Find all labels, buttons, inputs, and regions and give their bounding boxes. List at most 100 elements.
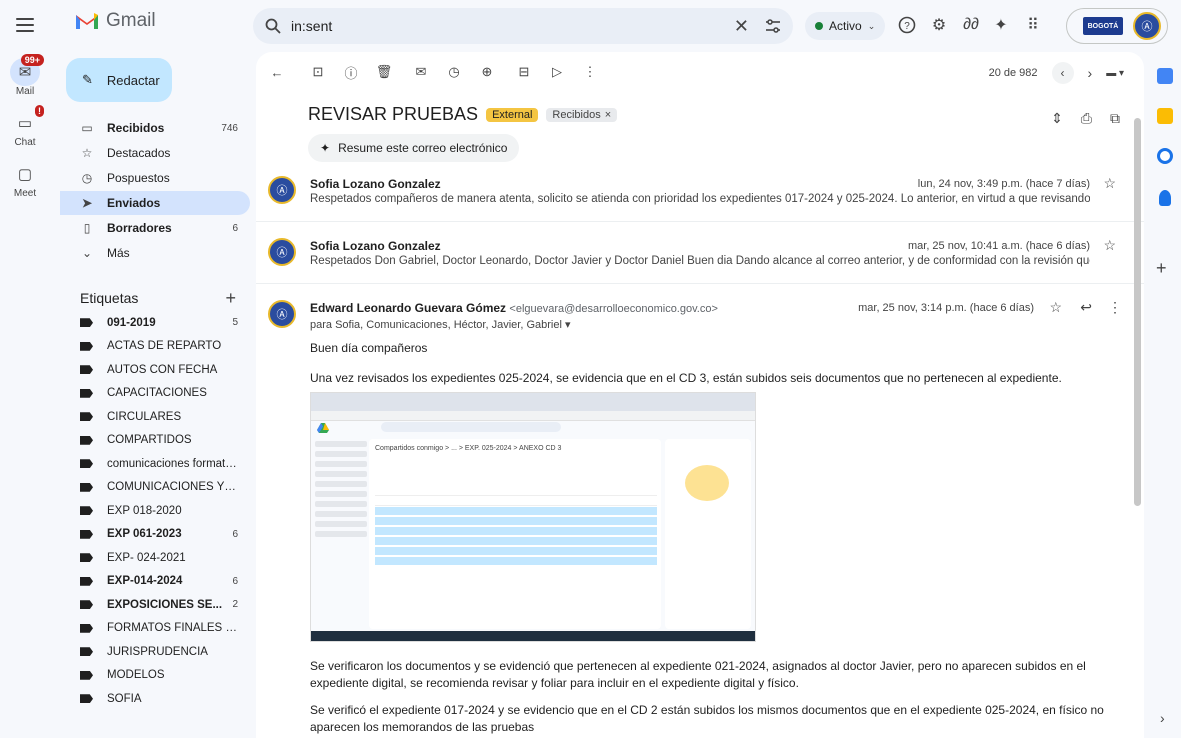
- label-name: EXPOSICIONES SE...: [107, 598, 223, 611]
- input-tools-icon[interactable]: ▬ ▾: [1106, 68, 1124, 79]
- star-icon[interactable]: ☆: [1049, 299, 1062, 316]
- more-vert-icon[interactable]: ⋮: [581, 63, 599, 81]
- message-date: mar, 25 nov, 10:41 a.m. (hace 6 días): [907, 240, 1090, 252]
- sidebar-label-item[interactable]: SOFÍA: [60, 687, 250, 711]
- embed-row: [375, 497, 657, 506]
- mark-unread-icon[interactable]: ✉: [412, 63, 430, 81]
- star-icon[interactable]: ☆: [1103, 175, 1116, 192]
- drive-logo-icon: [317, 423, 329, 433]
- back-arrow-icon[interactable]: ←: [268, 63, 286, 81]
- settings-gear-icon[interactable]: ⚙: [928, 14, 950, 36]
- sidebar-label-item[interactable]: EXP- 024-2021: [60, 546, 250, 570]
- sidebar-label-item[interactable]: EXP 061-2023 6: [60, 523, 250, 547]
- sidebar-item-label: Enviados: [107, 196, 161, 210]
- move-to-icon[interactable]: ⊟: [515, 63, 533, 81]
- sidebar-item-label: Destacados: [107, 146, 171, 160]
- sidebar-label-item[interactable]: ACTAS DE REPARTO: [60, 335, 250, 359]
- expand-all-icon[interactable]: ⇕: [1051, 110, 1063, 127]
- sidebar-label-item[interactable]: comunicaciones formato...: [60, 452, 250, 476]
- search-bar[interactable]: ✕: [253, 8, 793, 44]
- open-new-window-icon[interactable]: ⧉: [1110, 110, 1120, 127]
- sidebar-label-item[interactable]: AUTOS CON FECHA: [60, 358, 250, 382]
- add-label-icon[interactable]: +: [225, 288, 236, 309]
- account-switcher[interactable]: BOGOTÁ Ⓐ: [1066, 8, 1168, 44]
- label-tag-icon: [80, 318, 93, 328]
- rail-item-meet[interactable]: ▢ Meet: [0, 160, 50, 199]
- label-icon[interactable]: ▷: [548, 63, 566, 81]
- calendar-icon[interactable]: [1157, 68, 1173, 84]
- gemini-sparkle-icon[interactable]: ✦: [990, 14, 1012, 36]
- pager: 20 de 982 ‹ › ▬ ▾: [989, 62, 1124, 84]
- sidebar-label-item[interactable]: CIRCULARES: [60, 405, 250, 429]
- search-options-icon[interactable]: [765, 19, 781, 33]
- main-menu-icon[interactable]: [14, 14, 36, 36]
- sidebar-label-item[interactable]: 091-2019 5: [60, 311, 250, 335]
- recipients[interactable]: para Sofia, Comunicaciones, Héctor, Javi…: [310, 318, 1090, 331]
- star-icon[interactable]: ☆: [1103, 237, 1116, 254]
- rail-item-chat[interactable]: ▭! Chat: [0, 105, 50, 148]
- remove-label-icon[interactable]: ×: [605, 109, 611, 121]
- next-icon[interactable]: ›: [1088, 65, 1093, 81]
- search-icon[interactable]: [265, 18, 281, 34]
- status-selector[interactable]: Activo ⌄: [805, 12, 886, 40]
- sidebar-label-item[interactable]: COMPARTIDOS: [60, 429, 250, 453]
- inbox-label-chip[interactable]: Recibidos ×: [546, 107, 618, 122]
- sidebar-item-drafts[interactable]: ▯ Borradores 6: [60, 216, 250, 240]
- label-tag-icon: [80, 388, 93, 398]
- chevron-down-icon: ⌄: [81, 246, 93, 260]
- svg-text:?: ?: [904, 21, 910, 32]
- reply-icon[interactable]: ↩: [1080, 299, 1092, 316]
- summarize-button[interactable]: ✦ Resume este correo electrónico: [308, 134, 520, 162]
- rail-item-mail[interactable]: ✉ 99+ Mail: [0, 54, 50, 97]
- apps-grid-icon[interactable]: ⠿: [1022, 14, 1044, 36]
- app-name: Gmail: [106, 10, 156, 31]
- archive-icon[interactable]: ⊡: [309, 63, 327, 81]
- embed-row: [375, 517, 657, 526]
- mail-icon: ✉ 99+: [10, 54, 44, 86]
- delete-icon[interactable]: 🗑: [375, 63, 393, 81]
- account-avatar[interactable]: Ⓐ: [1133, 12, 1161, 40]
- sidebar-item-sent[interactable]: ➤ Enviados: [60, 191, 250, 215]
- label-name: FORMATOS FINALES PR...: [107, 622, 238, 635]
- label-name: comunicaciones formato...: [107, 457, 238, 470]
- search-input[interactable]: [291, 18, 734, 34]
- sidebar-item-starred[interactable]: ☆ Destacados: [60, 141, 250, 165]
- snooze-icon[interactable]: ◷: [445, 63, 463, 81]
- more-vert-icon[interactable]: ⋮: [1108, 299, 1122, 316]
- help-icon[interactable]: ?: [896, 14, 918, 36]
- compose-button[interactable]: ✎ Redactar: [66, 58, 172, 102]
- sidebar-label-item[interactable]: EXPOSICIONES SE... 2: [60, 593, 250, 617]
- sidebar-label-item[interactable]: FORMATOS FINALES PR...: [60, 617, 250, 641]
- chat-alert-badge: !: [35, 105, 44, 117]
- rail-label-meet: Meet: [13, 188, 37, 199]
- print-icon[interactable]: ⎙: [1081, 110, 1092, 127]
- previous-icon[interactable]: ‹: [1051, 62, 1074, 84]
- add-task-icon[interactable]: ⊕: [478, 63, 496, 81]
- sidebar-item-more[interactable]: ⌄ Más: [60, 241, 250, 265]
- sidebar-label-item[interactable]: EXP 018-2020: [60, 499, 250, 523]
- label-tag-icon: [80, 647, 93, 657]
- keep-icon[interactable]: [1157, 108, 1173, 124]
- gemini-link-icon[interactable]: ∂∂: [960, 14, 982, 36]
- contacts-icon[interactable]: [1159, 190, 1171, 206]
- clear-search-icon[interactable]: ✕: [734, 16, 749, 37]
- message-greeting: Buen día compañeros: [310, 341, 428, 355]
- sidebar-item-snoozed[interactable]: ◷ Pospuestos: [60, 166, 250, 190]
- sidebar-label-item[interactable]: JURISPRUDENCIA: [60, 640, 250, 664]
- sidebar-label-item[interactable]: CAPACITACIONES: [60, 382, 250, 406]
- gmail-logo[interactable]: Gmail: [74, 10, 156, 32]
- sidebar-label-item[interactable]: COMUNICACIONES Y/O ...: [60, 476, 250, 500]
- message-scrollbar[interactable]: [1134, 118, 1141, 506]
- label-count: 2: [232, 599, 238, 611]
- sidebar-item-inbox[interactable]: ▭ Recibidos 746: [60, 116, 250, 140]
- gmail-m-icon: [76, 13, 98, 29]
- report-spam-icon[interactable]: ⓘ: [342, 63, 360, 81]
- tasks-icon[interactable]: [1157, 148, 1173, 164]
- embedded-screenshot[interactable]: Compartidos conmigo > ... > EXP. 025-202…: [310, 392, 756, 642]
- label-tag-icon: [80, 576, 93, 586]
- sidebar-label-item[interactable]: MODELOS: [60, 664, 250, 688]
- message-sender: Edward Leonardo Guevara Gómez <elguevara…: [310, 301, 718, 315]
- get-addons-icon[interactable]: +: [1156, 258, 1167, 279]
- sidebar-label-item[interactable]: EXP-014-2024 6: [60, 570, 250, 594]
- show-side-panel-icon[interactable]: ›: [1160, 710, 1165, 726]
